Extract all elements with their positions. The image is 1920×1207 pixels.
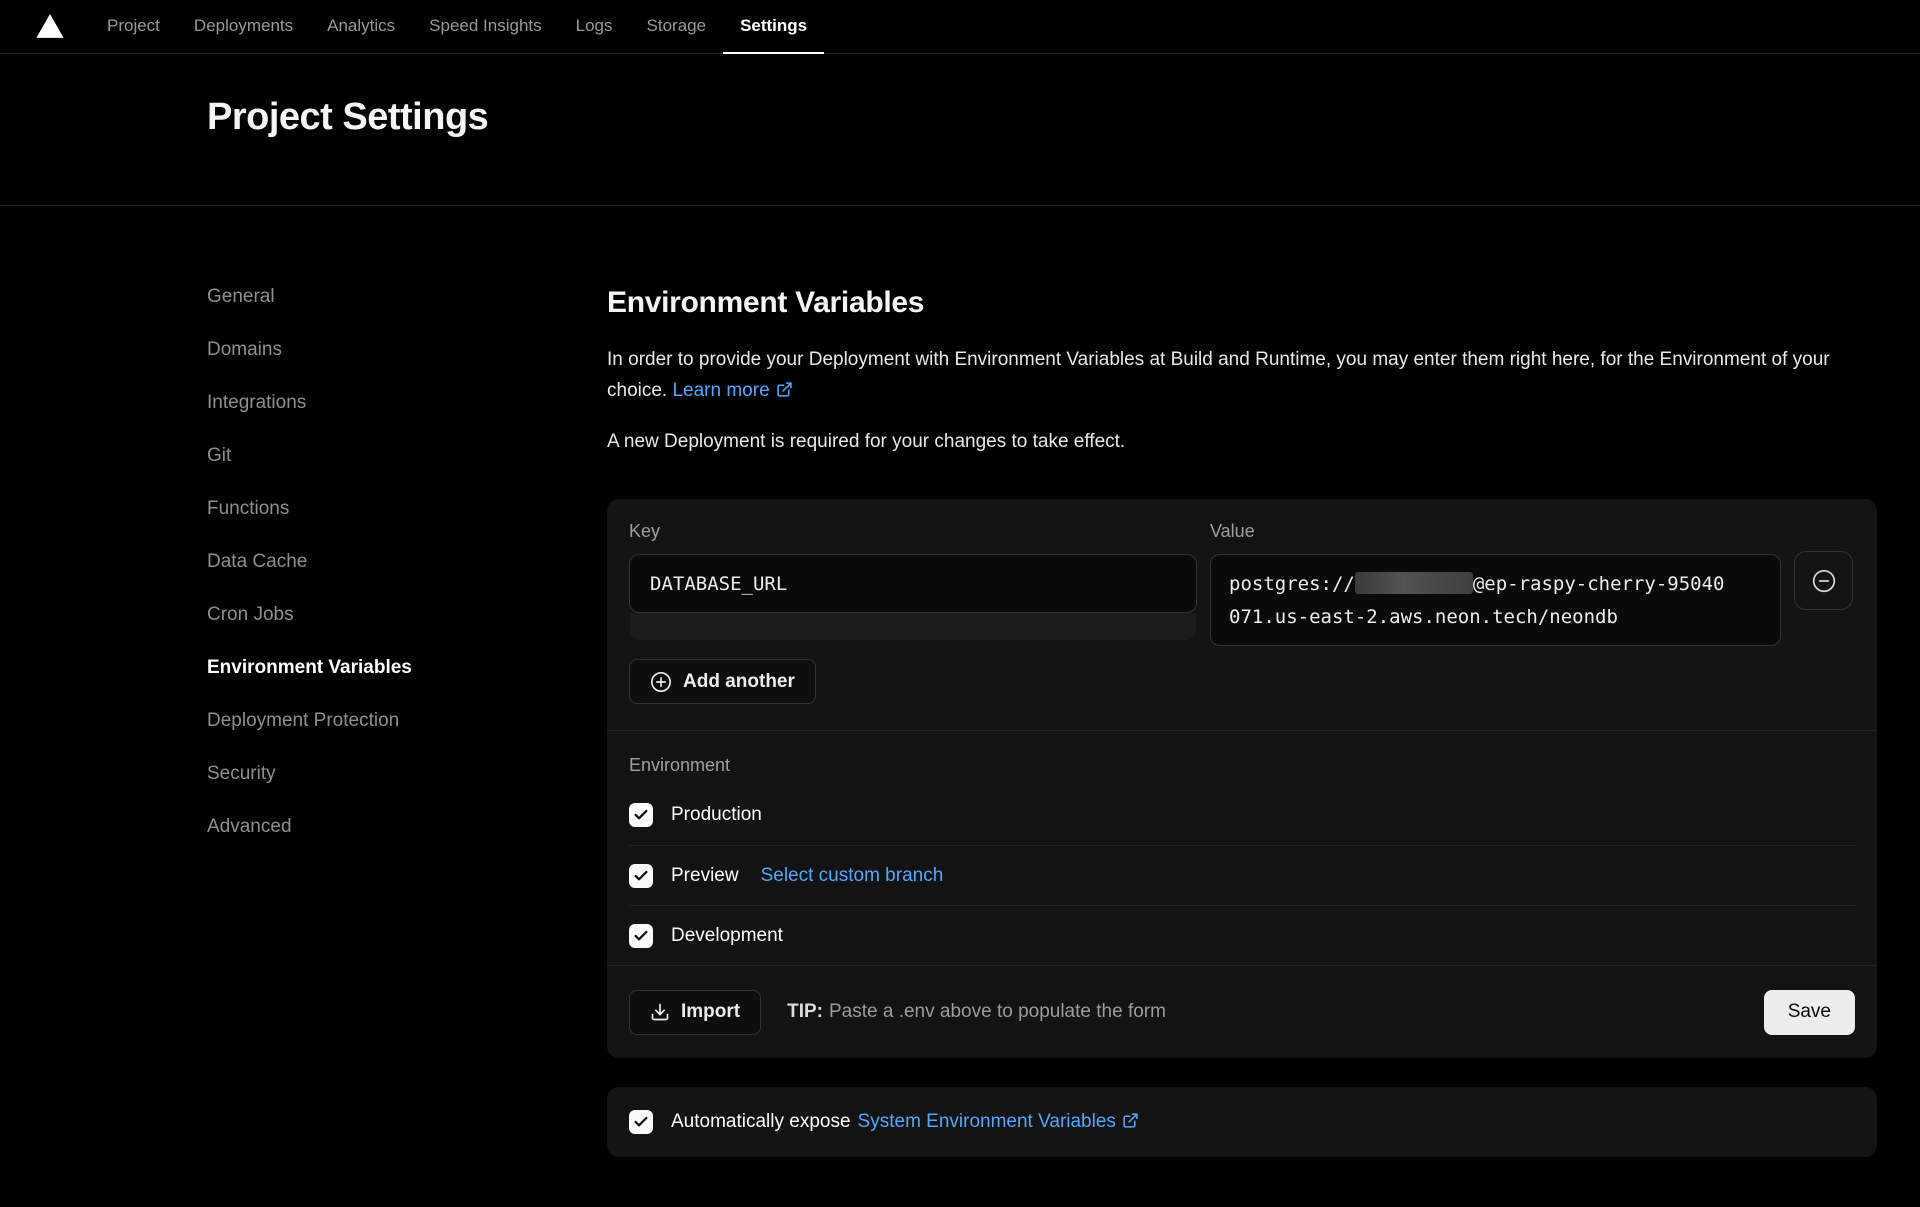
external-link-icon — [776, 381, 793, 398]
deployment-note: A new Deployment is required for your ch… — [607, 426, 1877, 457]
download-icon — [650, 1002, 670, 1022]
value-prefix: postgres:// — [1229, 573, 1355, 595]
section-divider — [607, 730, 1877, 731]
env-row-development: Development — [629, 905, 1855, 965]
key-input-value: DATABASE_URL — [650, 573, 787, 595]
system-env-variables-link[interactable]: System Environment Variables — [858, 1111, 1139, 1133]
page-header: Project Settings — [0, 54, 1920, 206]
project-settings-page: Project Deployments Analytics Speed Insi… — [0, 0, 1920, 1207]
sidebar-item-cron-jobs[interactable]: Cron Jobs — [207, 604, 607, 626]
env-variables-card: Key DATABASE_URL Add another Value postg… — [607, 499, 1877, 1058]
import-tip: TIP: Paste a .env above to populate the f… — [787, 1001, 1166, 1023]
learn-more-label: Learn more — [672, 380, 769, 401]
env-row-production: Production — [629, 785, 1855, 845]
nav-tab-settings[interactable]: Settings — [723, 0, 824, 54]
vercel-logo[interactable] — [0, 0, 90, 53]
auto-expose-checkbox[interactable] — [629, 1110, 653, 1134]
sidebar-item-environment-variables[interactable]: Environment Variables — [207, 657, 607, 679]
sidebar-item-domains[interactable]: Domains — [207, 339, 607, 361]
sidebar-item-advanced[interactable]: Advanced — [207, 816, 607, 838]
save-button[interactable]: Save — [1764, 990, 1855, 1035]
value-input[interactable]: postgres:// @ep-raspy-cherry-95040 071.us-… — [1210, 554, 1781, 646]
value-line2: 071.us-east-2.aws.neon.tech/neondb — [1229, 606, 1618, 628]
auto-expose-card: Automatically expose System Environment … — [607, 1087, 1877, 1157]
nav-tab-analytics[interactable]: Analytics — [310, 0, 412, 54]
key-input[interactable]: DATABASE_URL — [629, 554, 1197, 613]
development-label: Development — [671, 925, 783, 947]
remove-row-button[interactable] — [1794, 551, 1853, 610]
sidebar-item-security[interactable]: Security — [207, 763, 607, 785]
add-another-label: Add another — [683, 671, 795, 693]
environment-rows: Production Preview Select custom branch … — [629, 785, 1855, 965]
key-input-suggestion-strip — [630, 613, 1196, 640]
production-checkbox[interactable] — [629, 803, 653, 827]
value-line1-suffix: @ep-raspy-cherry-95040 — [1473, 573, 1725, 595]
key-value-row: Key DATABASE_URL Add another Value postg… — [629, 521, 1855, 704]
redacted-credentials-block — [1355, 572, 1473, 594]
tip-prefix: TIP: — [787, 1001, 823, 1022]
nav-tab-storage[interactable]: Storage — [630, 0, 724, 54]
sidebar-item-git[interactable]: Git — [207, 445, 607, 467]
plus-circle-icon — [650, 671, 672, 693]
key-column: Key DATABASE_URL Add another — [629, 521, 1197, 704]
card-footer: Import TIP: Paste a .env above to populat… — [629, 966, 1855, 1058]
sidebar-item-functions[interactable]: Functions — [207, 498, 607, 520]
section-heading: Environment Variables — [607, 286, 1877, 320]
value-column: Value postgres:// @ep-raspy-cherry-95040 0… — [1210, 521, 1781, 704]
environment-section-label: Environment — [629, 755, 1855, 776]
auto-expose-text: Automatically expose — [671, 1111, 851, 1133]
main-panel: Environment Variables In order to provid… — [607, 286, 1877, 1157]
env-row-preview: Preview Select custom branch — [629, 845, 1855, 905]
sidebar-item-deployment-protection[interactable]: Deployment Protection — [207, 710, 607, 732]
development-checkbox[interactable] — [629, 924, 653, 948]
tip-text: Paste a .env above to populate the form — [829, 1001, 1166, 1022]
learn-more-link[interactable]: Learn more — [672, 380, 792, 401]
top-nav: Project Deployments Analytics Speed Insi… — [0, 0, 1920, 54]
sidebar-item-general[interactable]: General — [207, 286, 607, 308]
sidebar-item-data-cache[interactable]: Data Cache — [207, 551, 607, 573]
preview-checkbox[interactable] — [629, 864, 653, 888]
page-title: Project Settings — [207, 96, 1920, 139]
import-label: Import — [681, 1001, 740, 1023]
system-env-variables-label: System Environment Variables — [858, 1111, 1116, 1132]
add-another-button[interactable]: Add another — [629, 659, 816, 704]
key-label: Key — [629, 521, 1197, 542]
content-area: General Domains Integrations Git Functio… — [0, 206, 1920, 1157]
preview-label: Preview — [671, 865, 739, 887]
import-button[interactable]: Import — [629, 990, 761, 1035]
nav-tab-speed-insights[interactable]: Speed Insights — [412, 0, 558, 54]
nav-tab-deployments[interactable]: Deployments — [177, 0, 310, 54]
value-label: Value — [1210, 521, 1781, 542]
section-description: In order to provide your Deployment with… — [607, 344, 1877, 406]
settings-sidebar: General Domains Integrations Git Functio… — [207, 286, 607, 1157]
minus-circle-icon — [1811, 568, 1837, 594]
sidebar-item-integrations[interactable]: Integrations — [207, 392, 607, 414]
external-link-icon — [1122, 1112, 1139, 1129]
select-custom-branch-link[interactable]: Select custom branch — [761, 865, 944, 887]
nav-tab-logs[interactable]: Logs — [559, 0, 630, 54]
production-label: Production — [671, 804, 762, 826]
nav-tab-project[interactable]: Project — [90, 0, 177, 54]
